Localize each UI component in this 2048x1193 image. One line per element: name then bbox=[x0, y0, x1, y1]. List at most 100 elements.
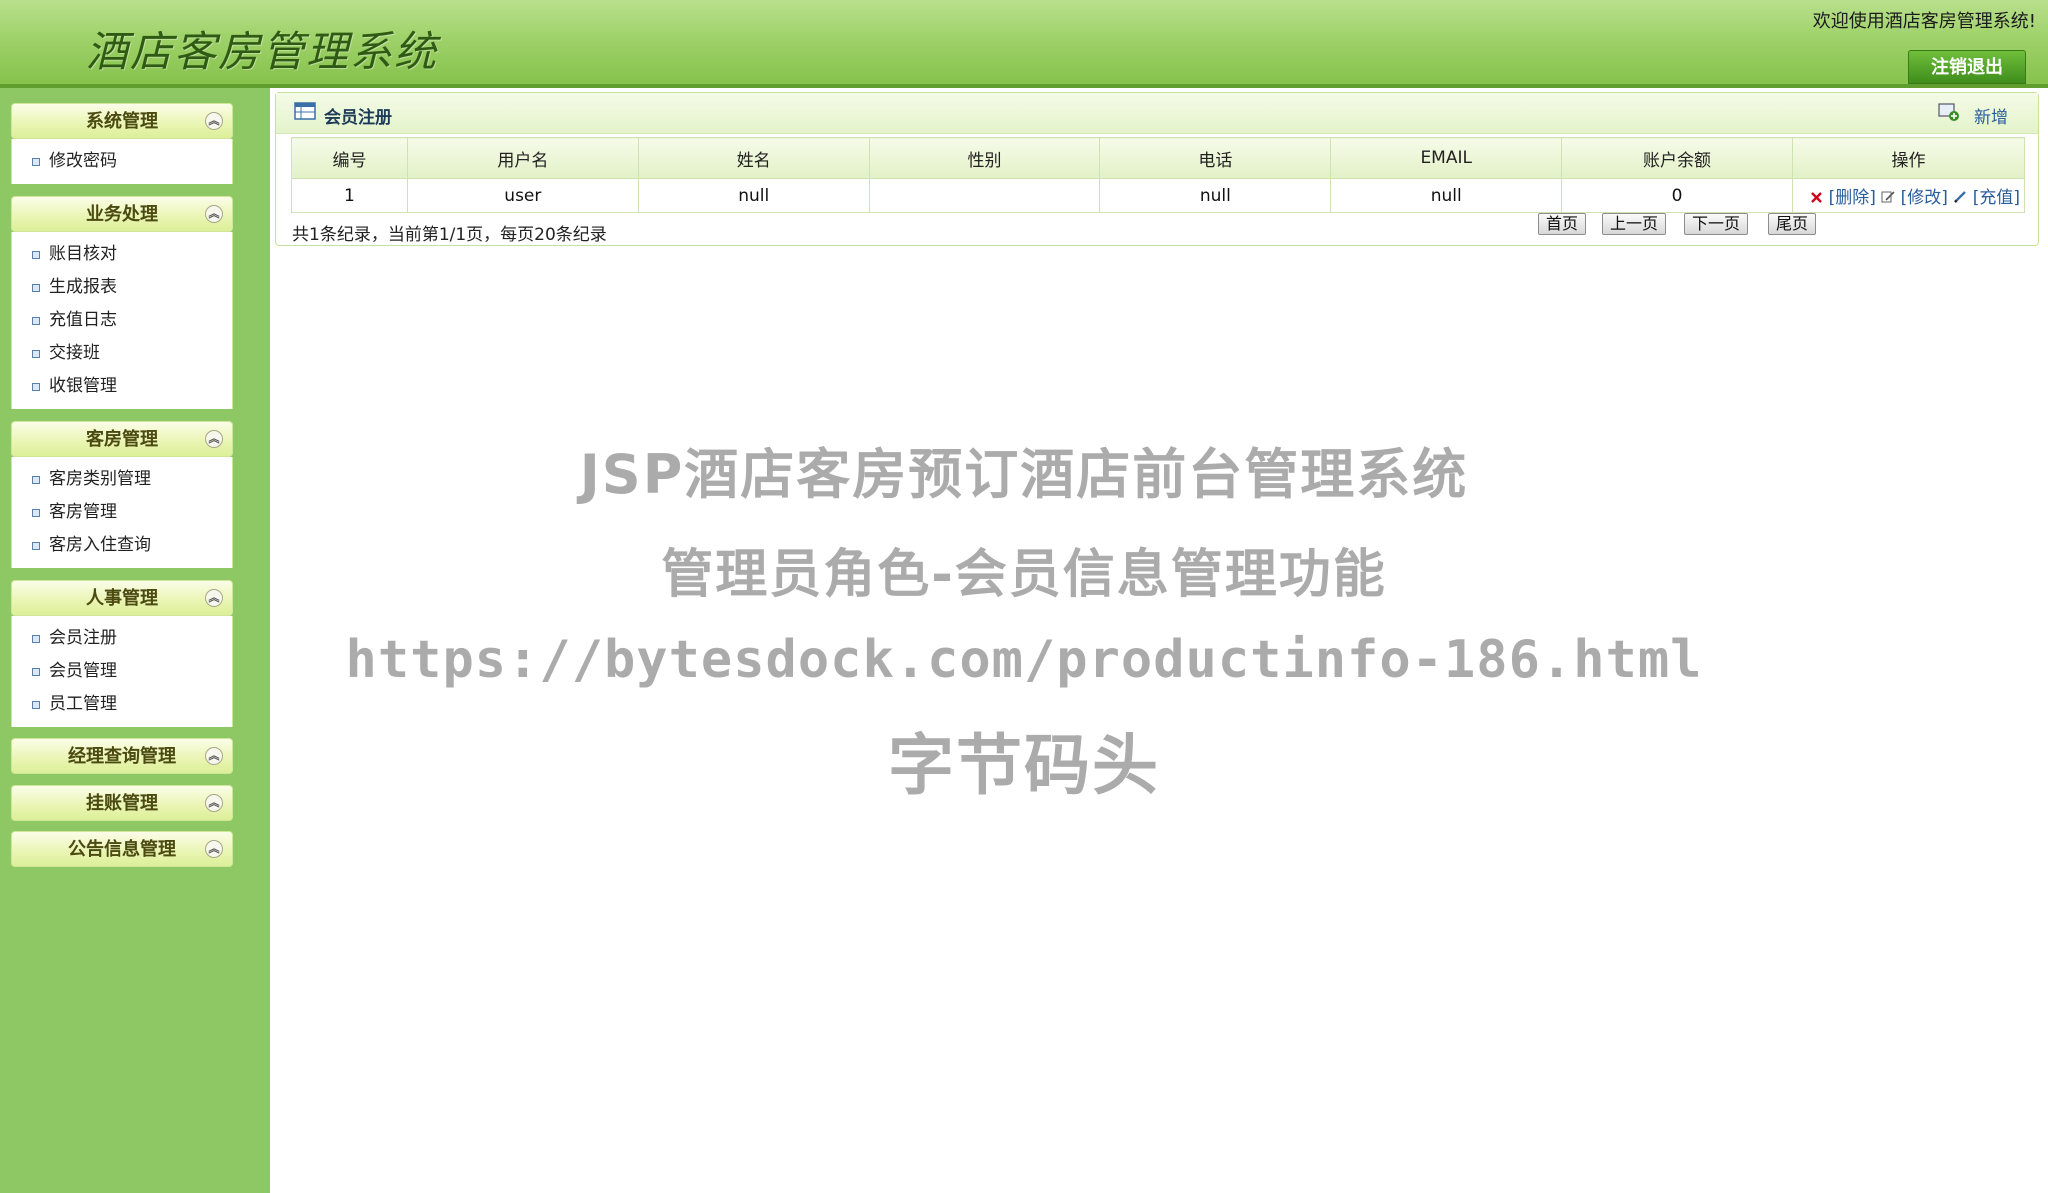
column-header-actions: 操作 bbox=[1791, 137, 2026, 179]
menu-header-label: 业务处理 bbox=[86, 204, 158, 225]
watermark-line-1: JSP酒店客房预订酒店前台管理系统 bbox=[579, 443, 1469, 506]
bullet-icon bbox=[32, 251, 40, 259]
menu-header-label: 经理查询管理 bbox=[68, 746, 176, 767]
column-header-id: 编号 bbox=[291, 137, 408, 179]
menu-header-rooms[interactable]: 客房管理 ︽ bbox=[11, 421, 233, 457]
bullet-icon bbox=[32, 350, 40, 358]
menu-group-rooms: 客房管理 ︽ 客房类别管理 客房管理 客房入住查询 bbox=[11, 421, 233, 568]
add-record-icon[interactable] bbox=[1938, 102, 1960, 122]
sidebar-item-label: 充值日志 bbox=[49, 310, 117, 330]
sidebar-item-label: 客房管理 bbox=[49, 502, 117, 522]
sidebar-item-change-password[interactable]: 修改密码 bbox=[12, 145, 232, 178]
watermark-line-4: 字节码头 bbox=[888, 727, 1160, 804]
first-page-button[interactable]: 首页 bbox=[1538, 213, 1587, 235]
double-chevron-up-icon[interactable]: ︽ bbox=[205, 794, 223, 812]
cell-actions: [删除] [修改] [充值] bbox=[1791, 178, 2026, 213]
sidebar-item-label: 账目核对 bbox=[49, 244, 117, 264]
pager-summary: 共1条纪录，当前第1/1页，每页20条纪录 bbox=[292, 225, 607, 245]
double-chevron-up-icon[interactable]: ︽ bbox=[205, 112, 223, 130]
panel-title: 会员注册 bbox=[324, 108, 392, 128]
delete-link[interactable]: [删除] bbox=[1829, 188, 1876, 208]
app-title: 酒店客房管理系统 bbox=[86, 27, 439, 76]
double-chevron-up-icon[interactable]: ︽ bbox=[205, 430, 223, 448]
delete-icon[interactable] bbox=[1810, 191, 1823, 204]
menu-header-business[interactable]: 业务处理 ︽ bbox=[11, 196, 233, 232]
bullet-icon bbox=[32, 476, 40, 484]
bullet-icon bbox=[32, 635, 40, 643]
cell-name: null bbox=[637, 178, 870, 213]
sidebar: 系统管理 ︽ 修改密码 业务处理 ︽ 账目核对 生成报表 充值日志 交接班 收银… bbox=[0, 88, 270, 1193]
edit-link[interactable]: [修改] bbox=[1901, 188, 1948, 208]
sidebar-item-shift-handover[interactable]: 交接班 bbox=[12, 337, 232, 370]
double-chevron-up-icon[interactable]: ︽ bbox=[205, 747, 223, 765]
menu-header-label: 公告信息管理 bbox=[68, 839, 176, 860]
sidebar-item-staff-management[interactable]: 员工管理 bbox=[12, 688, 232, 721]
sidebar-item-room-management[interactable]: 客房管理 bbox=[12, 496, 232, 529]
member-register-panel: 会员注册 新增 编号 用户名 姓名 性别 电话 EMAIL 账户余额 操作 1 … bbox=[275, 92, 2039, 246]
add-button[interactable]: 新增 bbox=[1974, 103, 2008, 128]
bullet-icon bbox=[32, 701, 40, 709]
sidebar-item-label: 会员管理 bbox=[49, 661, 117, 681]
sidebar-item-label: 员工管理 bbox=[49, 694, 117, 714]
pencil-icon[interactable] bbox=[1953, 190, 1967, 204]
menu-group-announcements: 公告信息管理 ︽ bbox=[11, 831, 233, 867]
menu-header-system[interactable]: 系统管理 ︽ bbox=[11, 103, 233, 139]
edit-icon[interactable] bbox=[1881, 190, 1895, 204]
sidebar-item-label: 会员注册 bbox=[49, 628, 117, 648]
menu-header-label: 客房管理 bbox=[86, 429, 158, 450]
bullet-icon bbox=[32, 509, 40, 517]
table-header-row: 编号 用户名 姓名 性别 电话 EMAIL 账户余额 操作 bbox=[291, 137, 2026, 179]
menu-group-manager-query: 经理查询管理 ︽ bbox=[11, 738, 233, 774]
menu-header-announcements[interactable]: 公告信息管理 ︽ bbox=[11, 831, 233, 867]
panel-header: 会员注册 新增 bbox=[276, 93, 2038, 134]
sidebar-item-label: 修改密码 bbox=[49, 151, 117, 171]
bullet-icon bbox=[32, 383, 40, 391]
bullet-icon bbox=[32, 668, 40, 676]
logout-button[interactable]: 注销退出 bbox=[1908, 50, 2026, 84]
column-header-username: 用户名 bbox=[406, 137, 639, 179]
header-bar: 酒店客房管理系统 欢迎使用酒店客房管理系统! 注销退出 bbox=[0, 0, 2048, 88]
menu-header-label: 挂账管理 bbox=[86, 793, 158, 814]
sidebar-item-room-category[interactable]: 客房类别管理 bbox=[12, 463, 232, 496]
recharge-link[interactable]: [充值] bbox=[1973, 188, 2020, 208]
menu-header-hr[interactable]: 人事管理 ︽ bbox=[11, 580, 233, 616]
cell-phone: null bbox=[1099, 178, 1332, 213]
column-header-balance: 账户余额 bbox=[1561, 137, 1793, 179]
column-header-phone: 电话 bbox=[1099, 137, 1332, 179]
sidebar-item-generate-report[interactable]: 生成报表 bbox=[12, 271, 232, 304]
menu-header-label: 系统管理 bbox=[86, 111, 158, 132]
column-header-name: 姓名 bbox=[637, 137, 870, 179]
cell-gender bbox=[868, 178, 1101, 213]
menu-body: 账目核对 生成报表 充值日志 交接班 收银管理 bbox=[11, 232, 233, 409]
sidebar-item-member-register[interactable]: 会员注册 bbox=[12, 622, 232, 655]
prev-page-button[interactable]: 上一页 bbox=[1602, 213, 1667, 235]
welcome-text: 欢迎使用酒店客房管理系统! bbox=[1812, 11, 2036, 32]
bullet-icon bbox=[32, 284, 40, 292]
double-chevron-up-icon[interactable]: ︽ bbox=[205, 589, 223, 607]
sidebar-item-label: 客房类别管理 bbox=[49, 469, 151, 489]
sidebar-item-recharge-log[interactable]: 充值日志 bbox=[12, 304, 232, 337]
bullet-icon bbox=[32, 317, 40, 325]
sidebar-item-checkin-query[interactable]: 客房入住查询 bbox=[12, 529, 232, 562]
sidebar-item-account-check[interactable]: 账目核对 bbox=[12, 238, 232, 271]
column-header-email: EMAIL bbox=[1330, 137, 1563, 179]
double-chevron-up-icon[interactable]: ︽ bbox=[205, 205, 223, 223]
menu-group-business: 业务处理 ︽ 账目核对 生成报表 充值日志 交接班 收银管理 bbox=[11, 196, 233, 409]
double-chevron-up-icon[interactable]: ︽ bbox=[205, 840, 223, 858]
cell-balance: 0 bbox=[1561, 178, 1793, 213]
menu-body: 修改密码 bbox=[11, 139, 233, 184]
last-page-button[interactable]: 尾页 bbox=[1768, 213, 1817, 235]
menu-body: 会员注册 会员管理 员工管理 bbox=[11, 616, 233, 727]
menu-header-manager-query[interactable]: 经理查询管理 ︽ bbox=[11, 738, 233, 774]
sidebar-item-label: 生成报表 bbox=[49, 277, 117, 297]
sidebar-item-label: 收银管理 bbox=[49, 376, 117, 396]
watermark-line-3: https://bytesdock.com/productinfo-186.ht… bbox=[345, 630, 1703, 690]
next-page-button[interactable]: 下一页 bbox=[1684, 213, 1749, 235]
watermark-line-2: 管理员角色-会员信息管理功能 bbox=[661, 545, 1387, 605]
menu-header-credit[interactable]: 挂账管理 ︽ bbox=[11, 785, 233, 821]
cell-id: 1 bbox=[291, 178, 408, 213]
sidebar-item-member-management[interactable]: 会员管理 bbox=[12, 655, 232, 688]
sidebar-item-label: 交接班 bbox=[49, 343, 100, 363]
sidebar-item-cashier[interactable]: 收银管理 bbox=[12, 370, 232, 403]
menu-group-hr: 人事管理 ︽ 会员注册 会员管理 员工管理 bbox=[11, 580, 233, 727]
